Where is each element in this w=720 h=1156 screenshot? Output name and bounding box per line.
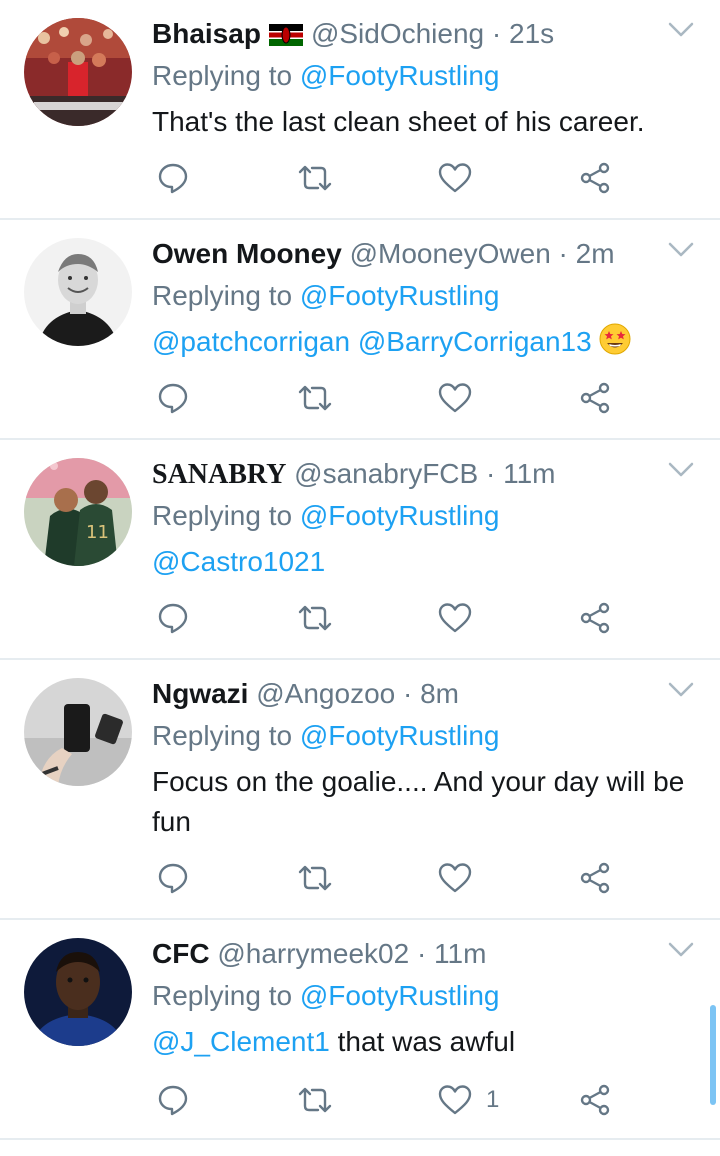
heart-icon [438,862,472,894]
tweet-text: @J_Clement1 that was awful [152,1026,516,1057]
display-name[interactable]: CFC [152,938,210,969]
tweet-text: @patchcorrigan @BarryCorrigan13 [152,322,697,367]
user-handle[interactable]: @harrymeek02 [217,938,409,969]
like-button[interactable] [438,856,472,900]
tweet-5[interactable]: CFC @harrymeek02 · 11m Replying to @Foot… [0,920,720,1140]
tweet-3[interactable]: 11 SANABRY @sanabryFCB · 11m Replying to… [0,440,720,660]
user-handle[interactable]: @SidOchieng [311,18,484,49]
reply-button[interactable] [157,1078,189,1122]
scrollbar[interactable] [710,1005,716,1105]
chevron-down-icon[interactable] [668,462,694,483]
reply-icon [157,602,189,634]
retweet-button[interactable] [297,1078,333,1122]
tweet-actions: 1 [0,1078,720,1122]
reply-mention-link[interactable]: @FootyRustling [300,500,500,531]
heart-icon [438,382,472,414]
retweet-button[interactable] [297,376,333,420]
reply-icon [157,382,189,414]
share-button[interactable] [578,156,612,200]
share-button[interactable] [578,856,612,900]
like-button[interactable] [438,596,472,640]
user-handle[interactable]: @Angozoo [256,678,395,709]
chevron-down-icon[interactable] [668,942,694,963]
avatar[interactable] [24,678,132,786]
retweet-icon [297,862,333,894]
timestamp[interactable]: · 21s [492,18,554,49]
tweet-text: Focus on the goalie.... And your day wil… [152,766,685,837]
tweet-actions [0,376,720,420]
avatar[interactable]: 11 [24,458,132,566]
like-button[interactable] [438,156,472,200]
chevron-down-icon[interactable] [668,682,694,703]
avatar[interactable] [24,18,132,126]
reply-mention-link[interactable]: @FootyRustling [300,980,500,1011]
replying-to: Replying to @FootyRustling [152,980,500,1011]
user-handle[interactable]: @MooneyOwen [350,238,551,269]
display-name[interactable]: SANABRY [152,459,286,490]
mention-link[interactable]: @J_Clement1 [152,1026,330,1057]
retweet-icon [297,162,333,194]
tweet-text: That's the last clean sheet of his caree… [152,106,645,137]
tweet-2[interactable]: Owen Mooney @MooneyOwen · 2m Replying to… [0,220,720,440]
avatar[interactable] [24,238,132,346]
reply-button[interactable] [157,596,189,640]
share-button[interactable] [578,596,612,640]
heart-icon [438,602,472,634]
timestamp[interactable]: · 11m [417,938,487,969]
star-struck-emoji-icon [598,322,632,367]
replying-to: Replying to @FootyRustling [152,60,500,91]
share-icon [578,602,612,634]
retweet-button[interactable] [297,596,333,640]
reply-icon [157,162,189,194]
reply-icon [157,1084,189,1116]
tweet-actions [0,596,720,640]
avatar[interactable] [24,938,132,1046]
tweet-1[interactable]: Bhaisap @SidOchieng · 21s Replying to @Fo… [0,0,720,220]
like-count: 1 [486,1086,500,1113]
like-button[interactable] [438,376,472,420]
chevron-down-icon[interactable] [668,22,694,43]
timestamp[interactable]: · 11m [486,458,556,489]
reply-mention-link[interactable]: @FootyRustling [300,720,500,751]
share-icon [578,382,612,414]
display-name[interactable]: Bhaisap [152,18,261,49]
retweet-icon [297,1084,333,1116]
kenya-flag-icon [268,19,303,55]
reply-icon [157,862,189,894]
reply-button[interactable] [157,376,189,420]
share-icon [578,862,612,894]
timestamp[interactable]: · 2m [559,238,615,269]
mention-link[interactable]: @patchcorrigan @BarryCorrigan13 [152,326,592,357]
tweet-actions [0,856,720,900]
display-name[interactable]: Owen Mooney [152,238,342,269]
display-name[interactable]: Ngwazi [152,678,248,709]
svg-text:11: 11 [86,522,109,543]
reply-button[interactable] [157,156,189,200]
retweet-button[interactable] [297,856,333,900]
timestamp[interactable]: · 8m [403,678,459,709]
heart-icon [438,162,472,194]
user-handle[interactable]: @sanabryFCB [294,458,478,489]
tweet-actions [0,156,720,200]
heart-icon [438,1084,472,1116]
reply-button[interactable] [157,856,189,900]
replying-to: Replying to @FootyRustling [152,720,500,751]
tweet-text: @Castro1021 [152,542,697,582]
chevron-down-icon[interactable] [668,242,694,263]
replying-to: Replying to @FootyRustling [152,500,500,531]
like-button[interactable]: 1 [438,1078,499,1122]
tweet-4[interactable]: Ngwazi @Angozoo · 8m Replying to @FootyR… [0,660,720,920]
replying-to: Replying to @FootyRustling [152,280,500,311]
mention-link[interactable]: @Castro1021 [152,546,325,577]
share-icon [578,162,612,194]
share-icon [578,1084,612,1116]
retweet-button[interactable] [297,156,333,200]
retweet-icon [297,602,333,634]
reply-mention-link[interactable]: @FootyRustling [300,280,500,311]
share-button[interactable] [578,376,612,420]
share-button[interactable] [578,1078,612,1122]
reply-mention-link[interactable]: @FootyRustling [300,60,500,91]
retweet-icon [297,382,333,414]
